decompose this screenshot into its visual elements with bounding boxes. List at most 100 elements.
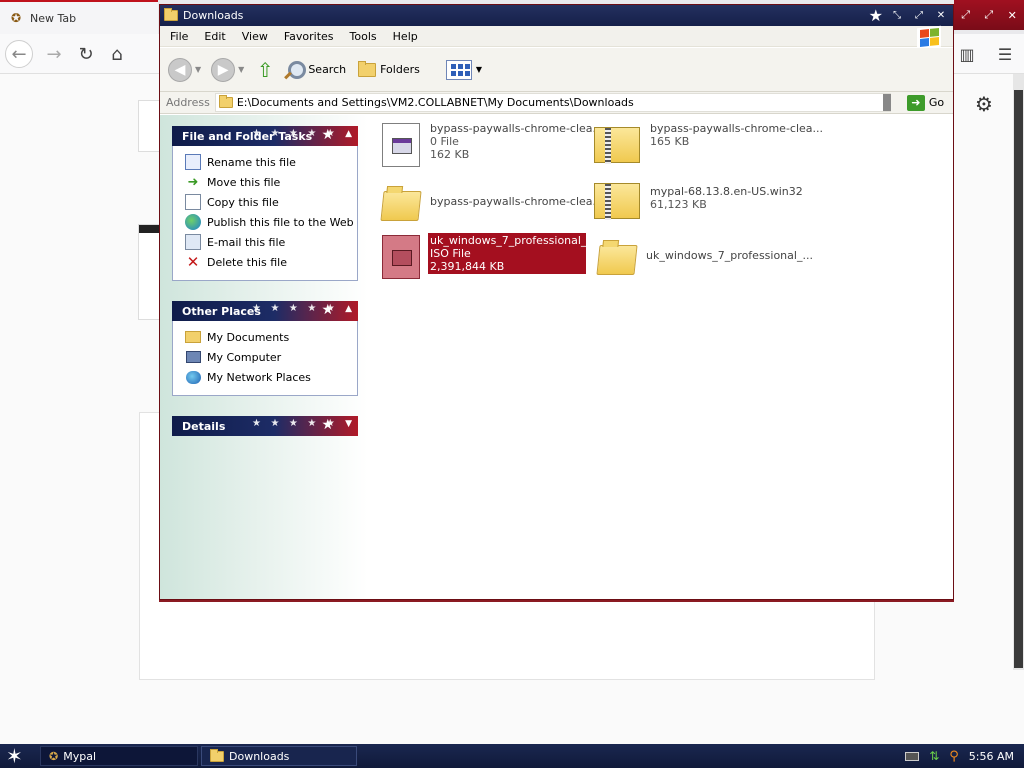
clock[interactable]: 5:56 AM xyxy=(969,750,1014,763)
task-label: Copy this file xyxy=(207,195,279,209)
go-button[interactable]: ➜ Go xyxy=(906,94,944,111)
other-places-header[interactable]: ★ ★ ★ ★ ★ Other Places ★ ▲ xyxy=(172,301,358,321)
browser-maximize-icon[interactable]: ⤢ xyxy=(984,8,993,22)
task-publish[interactable]: Publish this file to the Web xyxy=(185,212,357,232)
browser-tab-title: New Tab xyxy=(30,11,77,25)
minimize-button[interactable]: ⤡ xyxy=(889,8,905,24)
place-my-network-places[interactable]: My Network Places xyxy=(185,367,357,387)
newtab-site-thumbnail[interactable] xyxy=(138,224,161,320)
folder-icon xyxy=(380,181,422,227)
taskbar-item-downloads[interactable]: Downloads xyxy=(201,746,357,766)
browser-tab-new-tab[interactable]: ✪ New Tab xyxy=(0,0,158,34)
views-button[interactable]: ▼ xyxy=(445,59,482,80)
expand-chevron-icon[interactable]: ▼ xyxy=(345,419,352,429)
menu-tools[interactable]: Tools xyxy=(350,30,387,43)
menu-help[interactable]: Help xyxy=(393,30,428,43)
file-name: bypass-paywalls-chrome-clea... xyxy=(430,122,604,135)
star-icon: ★ xyxy=(321,417,334,433)
network-icon xyxy=(185,370,201,384)
task-label: Publish this file to the Web xyxy=(207,215,354,229)
zip-folder-icon xyxy=(592,121,642,167)
collapse-chevron-icon[interactable]: ▲ xyxy=(345,304,352,314)
browser-close-icon[interactable]: ✕ xyxy=(1008,9,1017,22)
browser-minimize-icon[interactable]: ⤢ xyxy=(961,8,970,22)
star-icon: ★ xyxy=(868,6,883,25)
start-button[interactable]: ✶ xyxy=(6,745,23,767)
back-button[interactable]: ← xyxy=(5,40,33,68)
maximize-button[interactable]: ⤢ xyxy=(911,8,927,24)
menu-bar: File Edit View Favorites Tools Help xyxy=(160,26,953,47)
file-name: uk_windows_7_professional_... xyxy=(430,234,597,247)
search-tray-icon[interactable]: ⚲ xyxy=(949,749,959,764)
task-pane: ★ ★ ★ ★ ★ File and Folder Tasks ★ ▲ Rena… xyxy=(160,115,368,599)
task-rename[interactable]: Rename this file xyxy=(185,152,357,172)
explorer-body: ★ ★ ★ ★ ★ File and Folder Tasks ★ ▲ Rena… xyxy=(160,115,953,599)
place-my-documents[interactable]: My Documents xyxy=(185,327,357,347)
file-folder-tasks-header[interactable]: ★ ★ ★ ★ ★ File and Folder Tasks ★ ▲ xyxy=(172,126,358,146)
place-my-computer[interactable]: My Computer xyxy=(185,347,357,367)
email-icon xyxy=(185,234,201,250)
search-button[interactable]: Search xyxy=(282,59,346,81)
back-dropdown-icon[interactable]: ▼ xyxy=(195,65,201,74)
file-item[interactable]: bypass-paywalls-chrome-clea... xyxy=(380,181,605,227)
file-item[interactable]: mypal-68.13.8.en-US.win32 61,123 KB xyxy=(592,177,805,223)
folder-icon xyxy=(185,331,201,343)
file-folder-tasks-panel: ★ ★ ★ ★ ★ File and Folder Tasks ★ ▲ Rena… xyxy=(172,126,358,281)
file-name: bypass-paywalls-chrome-clea... xyxy=(430,195,604,208)
close-button[interactable]: ✕ xyxy=(933,8,949,24)
file-item[interactable]: bypass-paywalls-chrome-clea... 165 KB xyxy=(592,121,825,167)
task-delete[interactable]: ✕ Delete this file xyxy=(185,252,357,272)
task-label: Move this file xyxy=(207,175,281,189)
file-type: 0 File xyxy=(430,135,459,148)
delete-icon: ✕ xyxy=(186,253,200,271)
gear-icon[interactable]: ⚙ xyxy=(972,92,996,116)
file-name: mypal-68.13.8.en-US.win32 xyxy=(650,185,803,198)
file-type: ISO File xyxy=(430,247,471,260)
details-header[interactable]: ★ ★ ★ ★ ★ Details ★ ▼ xyxy=(172,416,358,436)
menu-file[interactable]: File xyxy=(170,30,198,43)
app-menu-button[interactable]: ☰ xyxy=(991,40,1019,68)
explorer-toolbar: ◀ ▼ ▶ ▼ ⇧ Search Folders ▼ xyxy=(160,48,953,92)
task-copy[interactable]: Copy this file xyxy=(185,192,357,212)
network-tray-icon[interactable]: ⇅ xyxy=(929,749,939,763)
back-arrow-icon[interactable]: ◀ xyxy=(168,57,192,82)
file-size: 61,123 KB xyxy=(650,198,707,211)
place-label: My Network Places xyxy=(207,370,311,384)
views-icon xyxy=(445,59,472,80)
taskbar-item-mypal[interactable]: ✪ Mypal xyxy=(40,746,198,766)
place-label: My Documents xyxy=(207,330,290,344)
address-dropdown-button[interactable] xyxy=(882,94,891,111)
folder-icon xyxy=(210,748,224,762)
forward-button[interactable]: → xyxy=(40,40,68,68)
forward-dropdown-icon[interactable]: ▼ xyxy=(238,65,244,74)
folders-icon xyxy=(358,60,377,77)
file-name: bypass-paywalls-chrome-clea... xyxy=(650,122,824,135)
home-button[interactable]: ⌂ xyxy=(103,40,131,68)
menu-edit[interactable]: Edit xyxy=(204,30,235,43)
menu-view[interactable]: View xyxy=(242,30,278,43)
task-move[interactable]: ➜ Move this file xyxy=(185,172,357,192)
file-size: 2,391,844 KB xyxy=(430,260,505,273)
windows-logo-icon xyxy=(917,25,941,50)
up-folder-icon[interactable]: ⇧ xyxy=(254,59,276,81)
browser-scrollbar-thumb[interactable] xyxy=(1014,90,1023,668)
task-email[interactable]: E-mail this file xyxy=(185,232,357,252)
menu-favorites[interactable]: Favorites xyxy=(284,30,344,43)
forward-arrow-icon[interactable]: ▶ xyxy=(211,57,236,82)
keyboard-icon[interactable] xyxy=(905,751,920,761)
collapse-chevron-icon[interactable]: ▲ xyxy=(345,129,352,139)
file-item[interactable]: uk_windows_7_professional_... xyxy=(596,235,815,281)
move-icon: ➜ xyxy=(187,174,199,190)
address-field[interactable]: E:\Documents and Settings\VM2.COLLABNET\… xyxy=(214,93,891,112)
reload-button[interactable]: ↻ xyxy=(72,40,100,68)
folders-button[interactable]: Folders xyxy=(358,60,420,77)
other-places-panel: ★ ★ ★ ★ ★ Other Places ★ ▲ My Documents … xyxy=(172,301,358,396)
sidebar-toggle-button[interactable]: ▥ xyxy=(953,40,981,68)
address-path: E:\Documents and Settings\VM2.COLLABNET\… xyxy=(236,96,634,109)
explorer-title-bar[interactable]: Downloads ★ ⤡ ⤢ ✕ xyxy=(160,5,953,26)
folder-icon xyxy=(218,95,233,108)
folder-icon xyxy=(164,8,178,21)
file-item[interactable]: bypass-paywalls-chrome-clea... 0 File 16… xyxy=(380,121,605,167)
file-item-selected[interactable]: uk_windows_7_professional_... ISO File 2… xyxy=(380,233,597,279)
task-label: Rename this file xyxy=(207,155,296,169)
